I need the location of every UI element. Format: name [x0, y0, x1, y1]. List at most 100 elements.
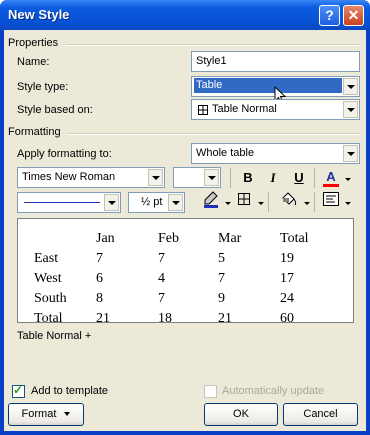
preview-cell: Mar [218, 231, 242, 246]
name-label: Name: [17, 56, 50, 68]
name-input[interactable]: Style1 [191, 51, 360, 72]
borders-button[interactable] [233, 191, 255, 213]
preview-cell: 9 [218, 291, 225, 306]
line-weight-dropdown-arrow[interactable] [168, 194, 183, 211]
font-size-select[interactable] [173, 167, 221, 188]
borders-icon [238, 193, 250, 205]
preview-cell: 7 [218, 271, 225, 286]
underline-button[interactable]: U [288, 167, 310, 189]
auto-update-label[interactable]: Automatically update [222, 385, 324, 397]
preview-cell: West [34, 271, 62, 286]
style-description: Table Normal + [17, 330, 92, 342]
preview-cell: Total [34, 311, 63, 326]
new-style-dialog: New Style ? ✕ Properties Name: Style1 St… [0, 0, 370, 435]
font-name-value: Times New Roman [22, 171, 116, 183]
close-button[interactable]: ✕ [343, 5, 364, 26]
font-color-button[interactable]: A [320, 166, 342, 188]
properties-heading: Properties [8, 37, 59, 49]
style-type-label: Style type: [17, 81, 69, 93]
format-dropdown-arrow-icon [64, 412, 71, 417]
apply-formatting-value: Whole table [196, 147, 255, 159]
preview-cell: 5 [218, 251, 225, 266]
checkmark-icon: ✓ [13, 383, 24, 397]
font-name-dropdown-arrow[interactable] [148, 169, 163, 186]
preview-row: Total 21 18 21 60 [34, 309, 330, 329]
based-on-value: Table Normal [212, 103, 277, 115]
dialog-title: New Style [8, 7, 70, 22]
preview-cell: 6 [96, 271, 103, 286]
based-on-dropdown-arrow[interactable] [343, 101, 358, 118]
apply-formatting-dropdown-arrow[interactable] [343, 145, 358, 162]
line-style-dropdown-arrow[interactable] [104, 194, 119, 211]
cancel-button[interactable]: Cancel [283, 403, 358, 426]
font-color-swatch [323, 184, 339, 187]
preview-cell: 7 [158, 251, 165, 266]
italic-button[interactable]: I [262, 167, 284, 189]
toolbar-separator [314, 168, 315, 188]
paint-bucket-icon [282, 192, 297, 206]
apply-formatting-label: Apply formatting to: [17, 148, 112, 160]
help-button[interactable]: ? [319, 5, 340, 26]
format-button[interactable]: Format [8, 403, 84, 426]
name-value: Style1 [196, 55, 227, 67]
preview-cell: Jan [96, 231, 115, 246]
cell-alignment-icon [323, 192, 339, 206]
auto-update-checkbox[interactable] [204, 385, 217, 398]
font-name-select[interactable]: Times New Roman [17, 167, 165, 188]
preview-cell: Total [280, 231, 309, 246]
table-icon [198, 105, 208, 115]
preview-cell: Feb [158, 231, 179, 246]
preview-cell: 21 [96, 311, 110, 326]
alignment-button[interactable] [320, 191, 342, 213]
formatting-divider [66, 133, 360, 135]
border-color-button[interactable] [200, 191, 222, 213]
preview-cell: South [34, 291, 67, 306]
borders-dropdown-arrow[interactable] [258, 202, 264, 205]
toolbar-separator [268, 192, 269, 212]
add-to-template-checkbox[interactable]: ✓ [12, 383, 25, 398]
preview-cell: 7 [96, 251, 103, 266]
formatting-heading: Formatting [8, 126, 61, 138]
preview-cell: 60 [280, 311, 294, 326]
add-to-template-label[interactable]: Add to template [31, 385, 108, 397]
style-type-dropdown-arrow[interactable] [343, 78, 358, 95]
line-weight-value: ½ pt [141, 196, 163, 208]
line-weight-select[interactable]: ½ pt [128, 192, 185, 213]
preview-cell: 8 [96, 291, 103, 306]
preview-cell: 24 [280, 291, 294, 306]
dialog-body: Properties Name: Style1 Style type: Tabl… [4, 30, 366, 431]
line-style-preview [24, 202, 100, 203]
line-style-select[interactable] [17, 192, 121, 213]
preview-cell: 21 [218, 311, 232, 326]
format-button-label: Format [21, 408, 57, 420]
toolbar-separator [314, 192, 315, 212]
preview-cell: 7 [158, 291, 165, 306]
pen-icon [204, 191, 218, 208]
font-color-dropdown-arrow[interactable] [345, 178, 351, 181]
font-size-dropdown-arrow[interactable] [204, 169, 219, 186]
ok-button[interactable]: OK [204, 403, 278, 426]
apply-formatting-select[interactable]: Whole table [191, 143, 360, 164]
style-preview-pane: Jan Feb Mar Total East 7 7 5 19 West 6 4… [17, 218, 354, 326]
preview-table: Jan Feb Mar Total East 7 7 5 19 West 6 4… [34, 229, 330, 329]
shading-button[interactable] [278, 191, 300, 213]
preview-cell: East [34, 251, 59, 266]
preview-cell: 4 [158, 271, 165, 286]
based-on-select[interactable]: Table Normal [191, 99, 360, 120]
properties-divider [66, 44, 360, 46]
based-on-label: Style based on: [17, 104, 93, 116]
preview-row: South 8 7 9 24 [34, 289, 330, 309]
toolbar-separator [230, 168, 231, 188]
border-color-dropdown-arrow[interactable] [225, 202, 231, 205]
preview-header-row: Jan Feb Mar Total [34, 229, 330, 249]
alignment-dropdown-arrow[interactable] [345, 202, 351, 205]
title-bar[interactable]: New Style ? ✕ [0, 0, 370, 30]
bold-button[interactable]: B [237, 167, 259, 189]
font-color-icon: A [326, 169, 336, 184]
shading-dropdown-arrow[interactable] [304, 202, 310, 205]
preview-cell [34, 229, 96, 249]
preview-cell: 19 [280, 251, 294, 266]
preview-row: East 7 7 5 19 [34, 249, 330, 269]
preview-cell: 18 [158, 311, 172, 326]
style-type-value: Table [194, 78, 342, 93]
